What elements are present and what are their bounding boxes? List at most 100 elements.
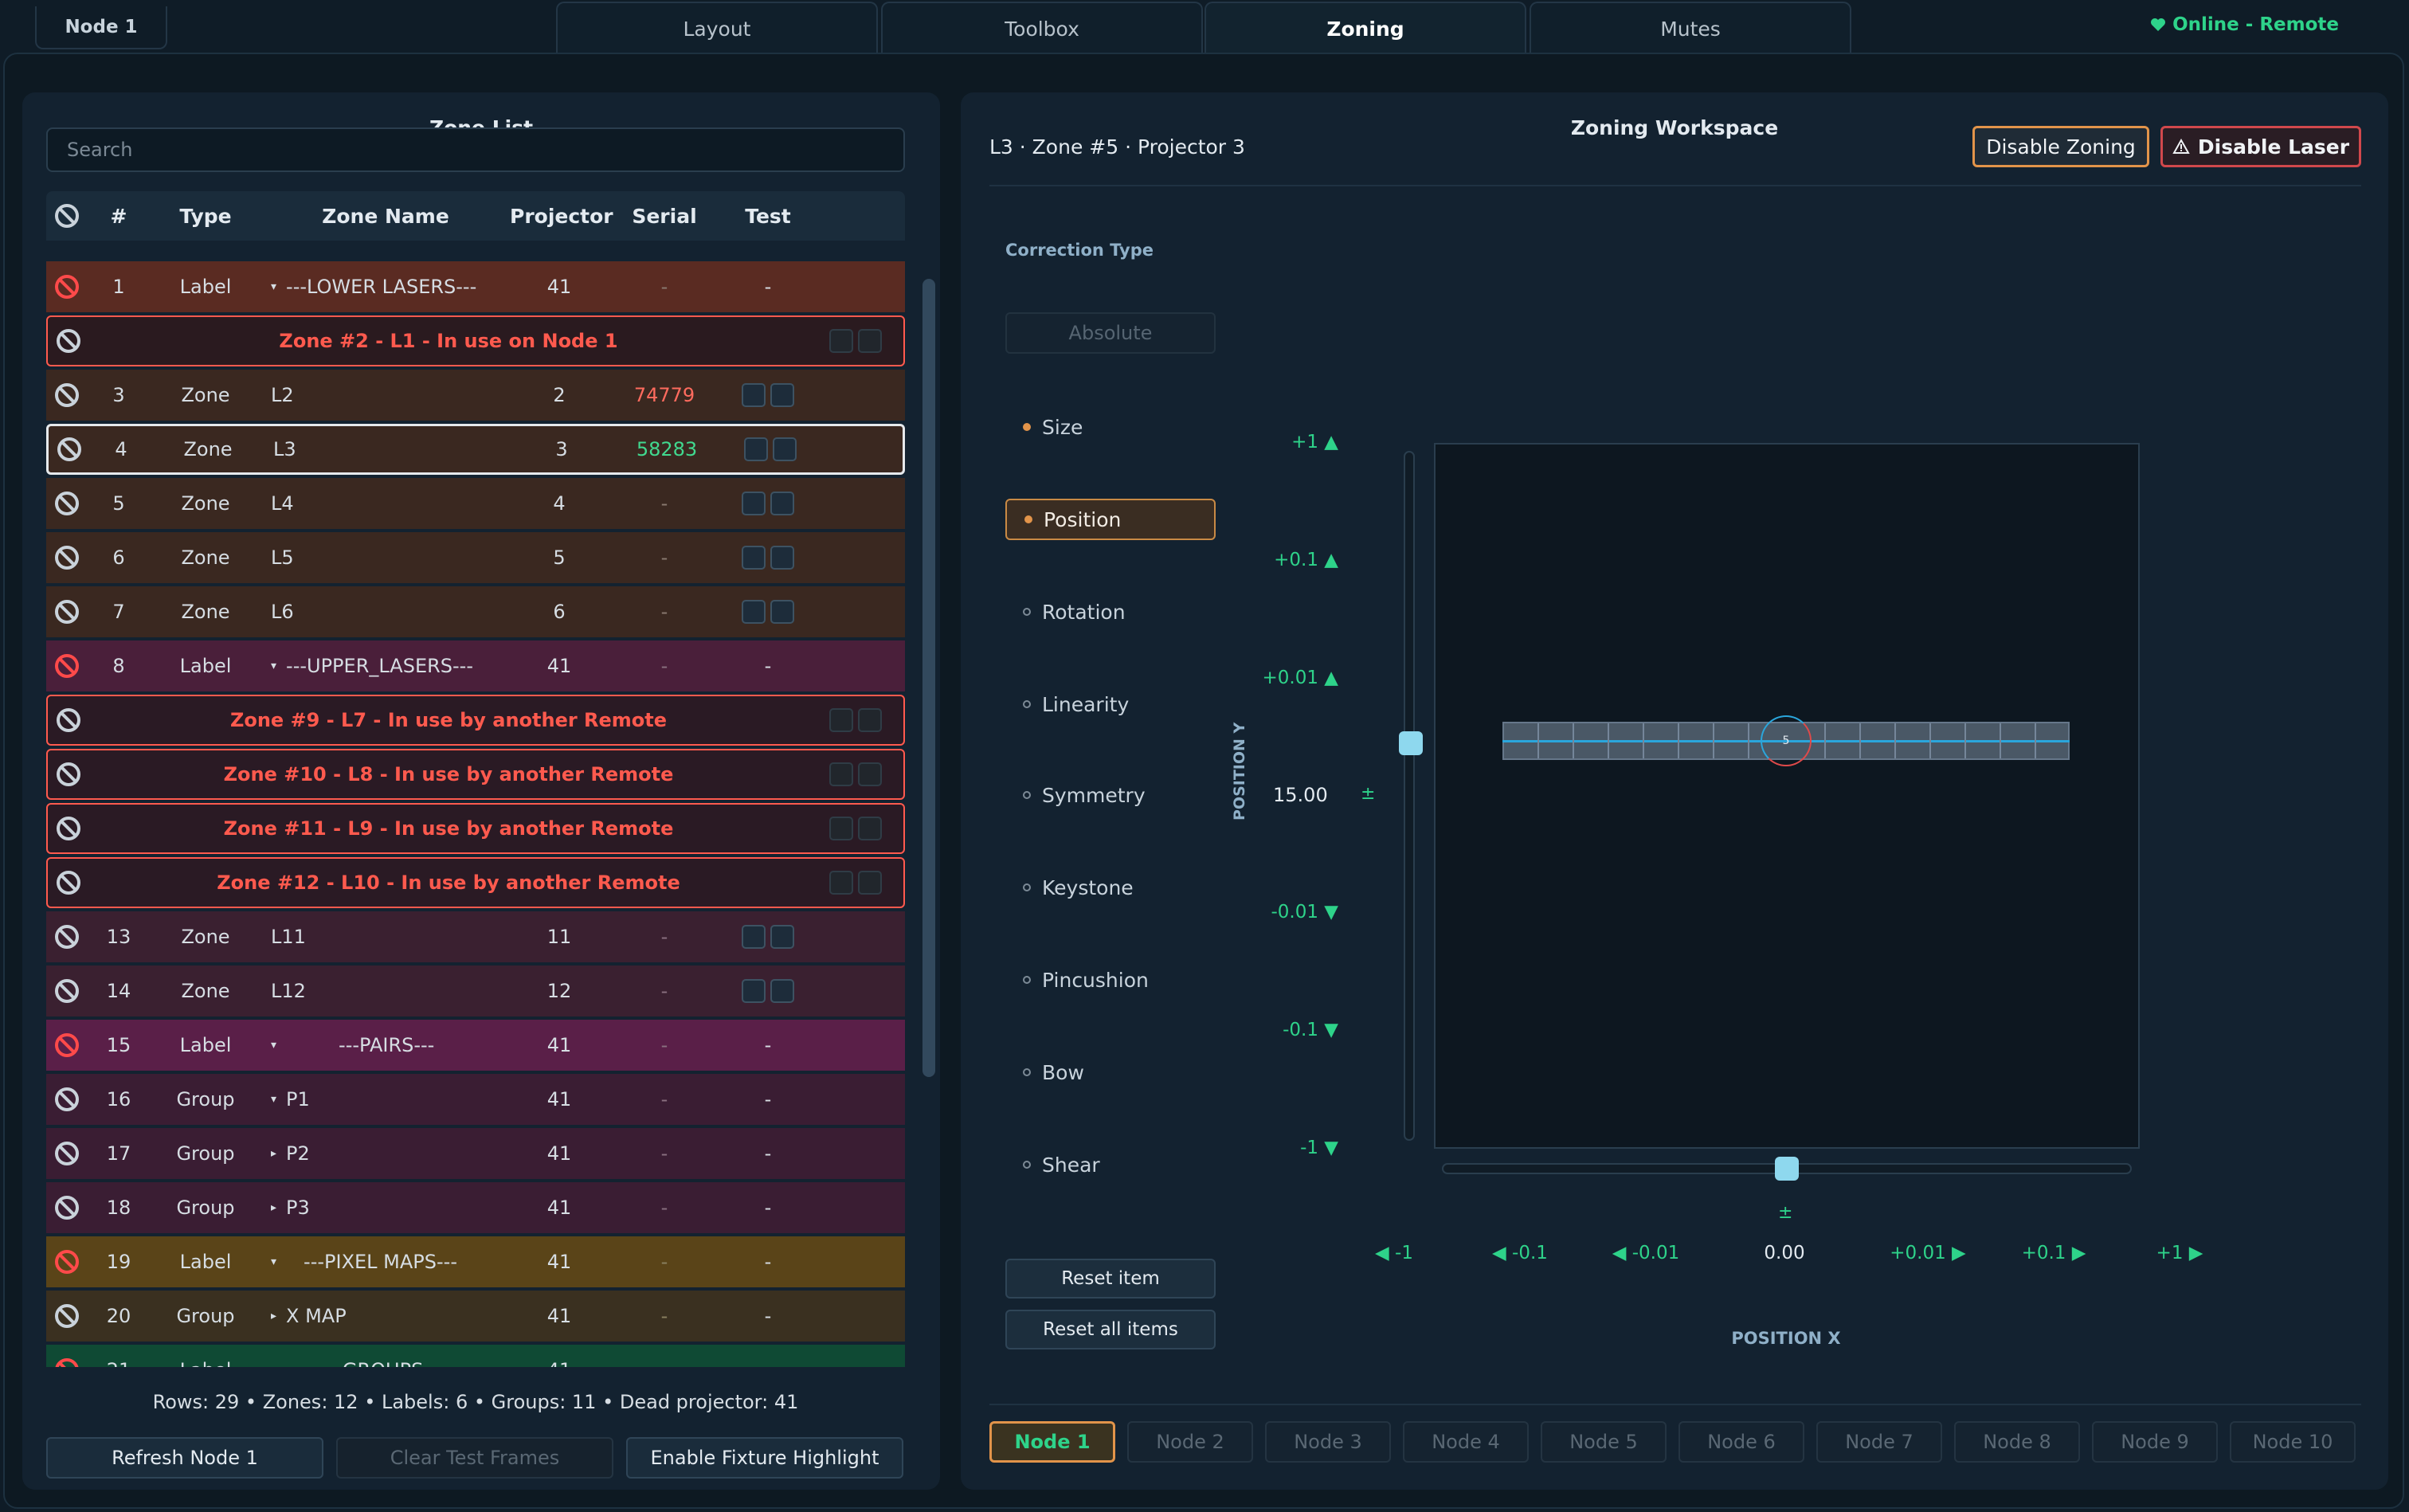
node-1-button[interactable]: Node 1 xyxy=(989,1421,1115,1463)
ban-icon[interactable] xyxy=(55,275,79,299)
absolute-button[interactable]: Absolute xyxy=(1005,312,1216,354)
node-5-button[interactable]: Node 5 xyxy=(1541,1421,1667,1463)
node-10-button[interactable]: Node 10 xyxy=(2230,1421,2356,1463)
option-symmetry[interactable]: Symmetry xyxy=(1005,774,1216,816)
ban-icon[interactable] xyxy=(55,1142,79,1165)
search-input[interactable]: Search xyxy=(46,127,905,172)
ban-icon[interactable] xyxy=(55,1087,79,1111)
y-step-plus-0.1[interactable]: +0.1 ▲ xyxy=(1243,550,1338,570)
tab-toolbox[interactable]: Toolbox xyxy=(881,2,1203,54)
node-7-button[interactable]: Node 7 xyxy=(1816,1421,1942,1463)
table-row[interactable]: 15 Label ▾ ---PAIRS--- 41 - - xyxy=(46,1020,905,1071)
disable-zoning-button[interactable]: Disable Zoning xyxy=(1972,126,2149,167)
ban-icon[interactable] xyxy=(57,817,80,840)
ban-icon[interactable] xyxy=(57,762,80,786)
caret-right-icon[interactable]: ▸ xyxy=(271,1310,276,1322)
option-size[interactable]: Size xyxy=(1005,406,1216,448)
y-step-minus-0.01[interactable]: -0.01 ▼ xyxy=(1243,902,1338,922)
x-step-plus-0.1[interactable]: +0.1 ▶ xyxy=(2006,1243,2102,1263)
caret-down-icon[interactable]: ▾ xyxy=(271,1364,276,1367)
ban-icon[interactable] xyxy=(55,204,79,228)
x-step-minus-0.1[interactable]: ◀ -0.1 xyxy=(1472,1243,1568,1263)
option-linearity[interactable]: Linearity xyxy=(1005,684,1216,725)
table-row[interactable]: 17 Group ▸ P2 41 - - xyxy=(46,1128,905,1179)
test-checkbox[interactable] xyxy=(773,437,797,461)
caret-right-icon[interactable]: ▸ xyxy=(271,1147,276,1160)
node-2-button[interactable]: Node 2 xyxy=(1127,1421,1253,1463)
position-x-slider-thumb[interactable] xyxy=(1775,1157,1799,1181)
ban-icon[interactable] xyxy=(57,437,81,461)
x-step-minus-0.01[interactable]: ◀ -0.01 xyxy=(1598,1243,1694,1263)
x-step-plus-0.01[interactable]: +0.01 ▶ xyxy=(1880,1243,1976,1263)
ban-icon[interactable] xyxy=(55,492,79,515)
zoning-canvas[interactable] xyxy=(1434,443,2140,1149)
x-step-minus-1[interactable]: ◀ -1 xyxy=(1346,1243,1442,1263)
tab-zoning[interactable]: Zoning xyxy=(1204,2,1526,54)
test-checkbox[interactable] xyxy=(744,437,768,461)
caret-down-icon[interactable]: ▾ xyxy=(271,660,276,672)
position-x-value[interactable]: 0.00 xyxy=(1737,1243,1832,1263)
test-checkbox[interactable] xyxy=(770,979,794,1003)
reset-item-button[interactable]: Reset item xyxy=(1005,1259,1216,1299)
table-row-selected[interactable]: 4 Zone L3 3 58283 xyxy=(46,424,905,475)
table-row[interactable]: 19 Label ▾ ---PIXEL MAPS--- 41 - - xyxy=(46,1236,905,1287)
table-row[interactable]: 7 Zone L6 6 - xyxy=(46,586,905,637)
caret-down-icon[interactable]: ▾ xyxy=(271,280,276,293)
reset-all-items-button[interactable]: Reset all items xyxy=(1005,1310,1216,1349)
caret-down-icon[interactable]: ▾ xyxy=(271,1255,276,1268)
x-plus-minus[interactable]: ± xyxy=(1778,1203,1792,1223)
caret-right-icon[interactable]: ▸ xyxy=(271,1201,276,1214)
tab-layout[interactable]: Layout xyxy=(556,2,878,54)
table-row[interactable]: 6 Zone L5 5 - xyxy=(46,532,905,583)
position-y-slider[interactable] xyxy=(1404,451,1415,1141)
node-4-button[interactable]: Node 4 xyxy=(1403,1421,1529,1463)
table-row[interactable]: 1 Label ▾ ---LOWER LASERS--- 41 - - xyxy=(46,261,905,312)
test-checkbox[interactable] xyxy=(770,383,794,407)
tab-mutes[interactable]: Mutes xyxy=(1530,2,1851,54)
option-pincushion[interactable]: Pincushion xyxy=(1005,959,1216,1001)
disable-laser-button[interactable]: Disable Laser xyxy=(2160,126,2361,167)
refresh-node-button[interactable]: Refresh Node 1 xyxy=(46,1437,323,1479)
node-9-button[interactable]: Node 9 xyxy=(2092,1421,2218,1463)
ban-icon[interactable] xyxy=(55,546,79,570)
y-step-plus-0.01[interactable]: +0.01 ▲ xyxy=(1243,668,1338,688)
node-3-button[interactable]: Node 3 xyxy=(1265,1421,1391,1463)
table-row[interactable]: 18 Group ▸ P3 41 - - xyxy=(46,1182,905,1233)
test-checkbox[interactable] xyxy=(742,979,766,1003)
node-6-button[interactable]: Node 6 xyxy=(1678,1421,1804,1463)
option-bow[interactable]: Bow xyxy=(1005,1052,1216,1093)
ban-icon[interactable] xyxy=(55,654,79,678)
node-indicator[interactable]: Node 1 xyxy=(35,6,167,49)
position-y-slider-thumb[interactable] xyxy=(1399,731,1423,755)
test-checkbox[interactable] xyxy=(770,492,794,515)
caret-down-icon[interactable]: ▾ xyxy=(271,1093,276,1106)
ban-icon[interactable] xyxy=(55,1358,79,1367)
node-8-button[interactable]: Node 8 xyxy=(1954,1421,2080,1463)
ban-icon[interactable] xyxy=(55,383,79,407)
enable-fixture-highlight-button[interactable]: Enable Fixture Highlight xyxy=(626,1437,903,1479)
ban-icon[interactable] xyxy=(55,925,79,949)
table-row[interactable]: 8 Label ▾ ---UPPER_LASERS--- 41 - - xyxy=(46,640,905,691)
table-row[interactable]: 21 Label ▾ ---GROUPS--- 41 - - xyxy=(46,1345,905,1367)
ban-icon[interactable] xyxy=(57,708,80,732)
test-checkbox[interactable] xyxy=(770,925,794,949)
test-checkbox[interactable] xyxy=(770,600,794,624)
table-row[interactable]: 16 Group ▾ P1 41 - - xyxy=(46,1074,905,1125)
table-row[interactable]: 5 Zone L4 4 - xyxy=(46,478,905,529)
ban-icon[interactable] xyxy=(55,1033,79,1057)
zone-center-handle[interactable]: 5 xyxy=(1761,715,1812,766)
table-row[interactable]: 20 Group ▸ X MAP 41 - - xyxy=(46,1291,905,1342)
test-checkbox[interactable] xyxy=(742,546,766,570)
option-shear[interactable]: Shear xyxy=(1005,1144,1216,1185)
ban-icon[interactable] xyxy=(55,1196,79,1220)
test-checkbox[interactable] xyxy=(742,492,766,515)
table-row[interactable]: 3 Zone L2 2 74779 xyxy=(46,370,905,421)
zone-list-scrollbar[interactable] xyxy=(922,279,935,1077)
y-step-plus-1[interactable]: +1 ▲ xyxy=(1243,432,1338,452)
option-rotation[interactable]: Rotation xyxy=(1005,591,1216,633)
x-step-plus-1[interactable]: +1 ▶ xyxy=(2132,1243,2227,1263)
option-position[interactable]: Position xyxy=(1005,499,1216,540)
y-step-minus-0.1[interactable]: -0.1 ▼ xyxy=(1243,1020,1338,1040)
test-checkbox[interactable] xyxy=(770,546,794,570)
clear-test-frames-button[interactable]: Clear Test Frames xyxy=(336,1437,613,1479)
